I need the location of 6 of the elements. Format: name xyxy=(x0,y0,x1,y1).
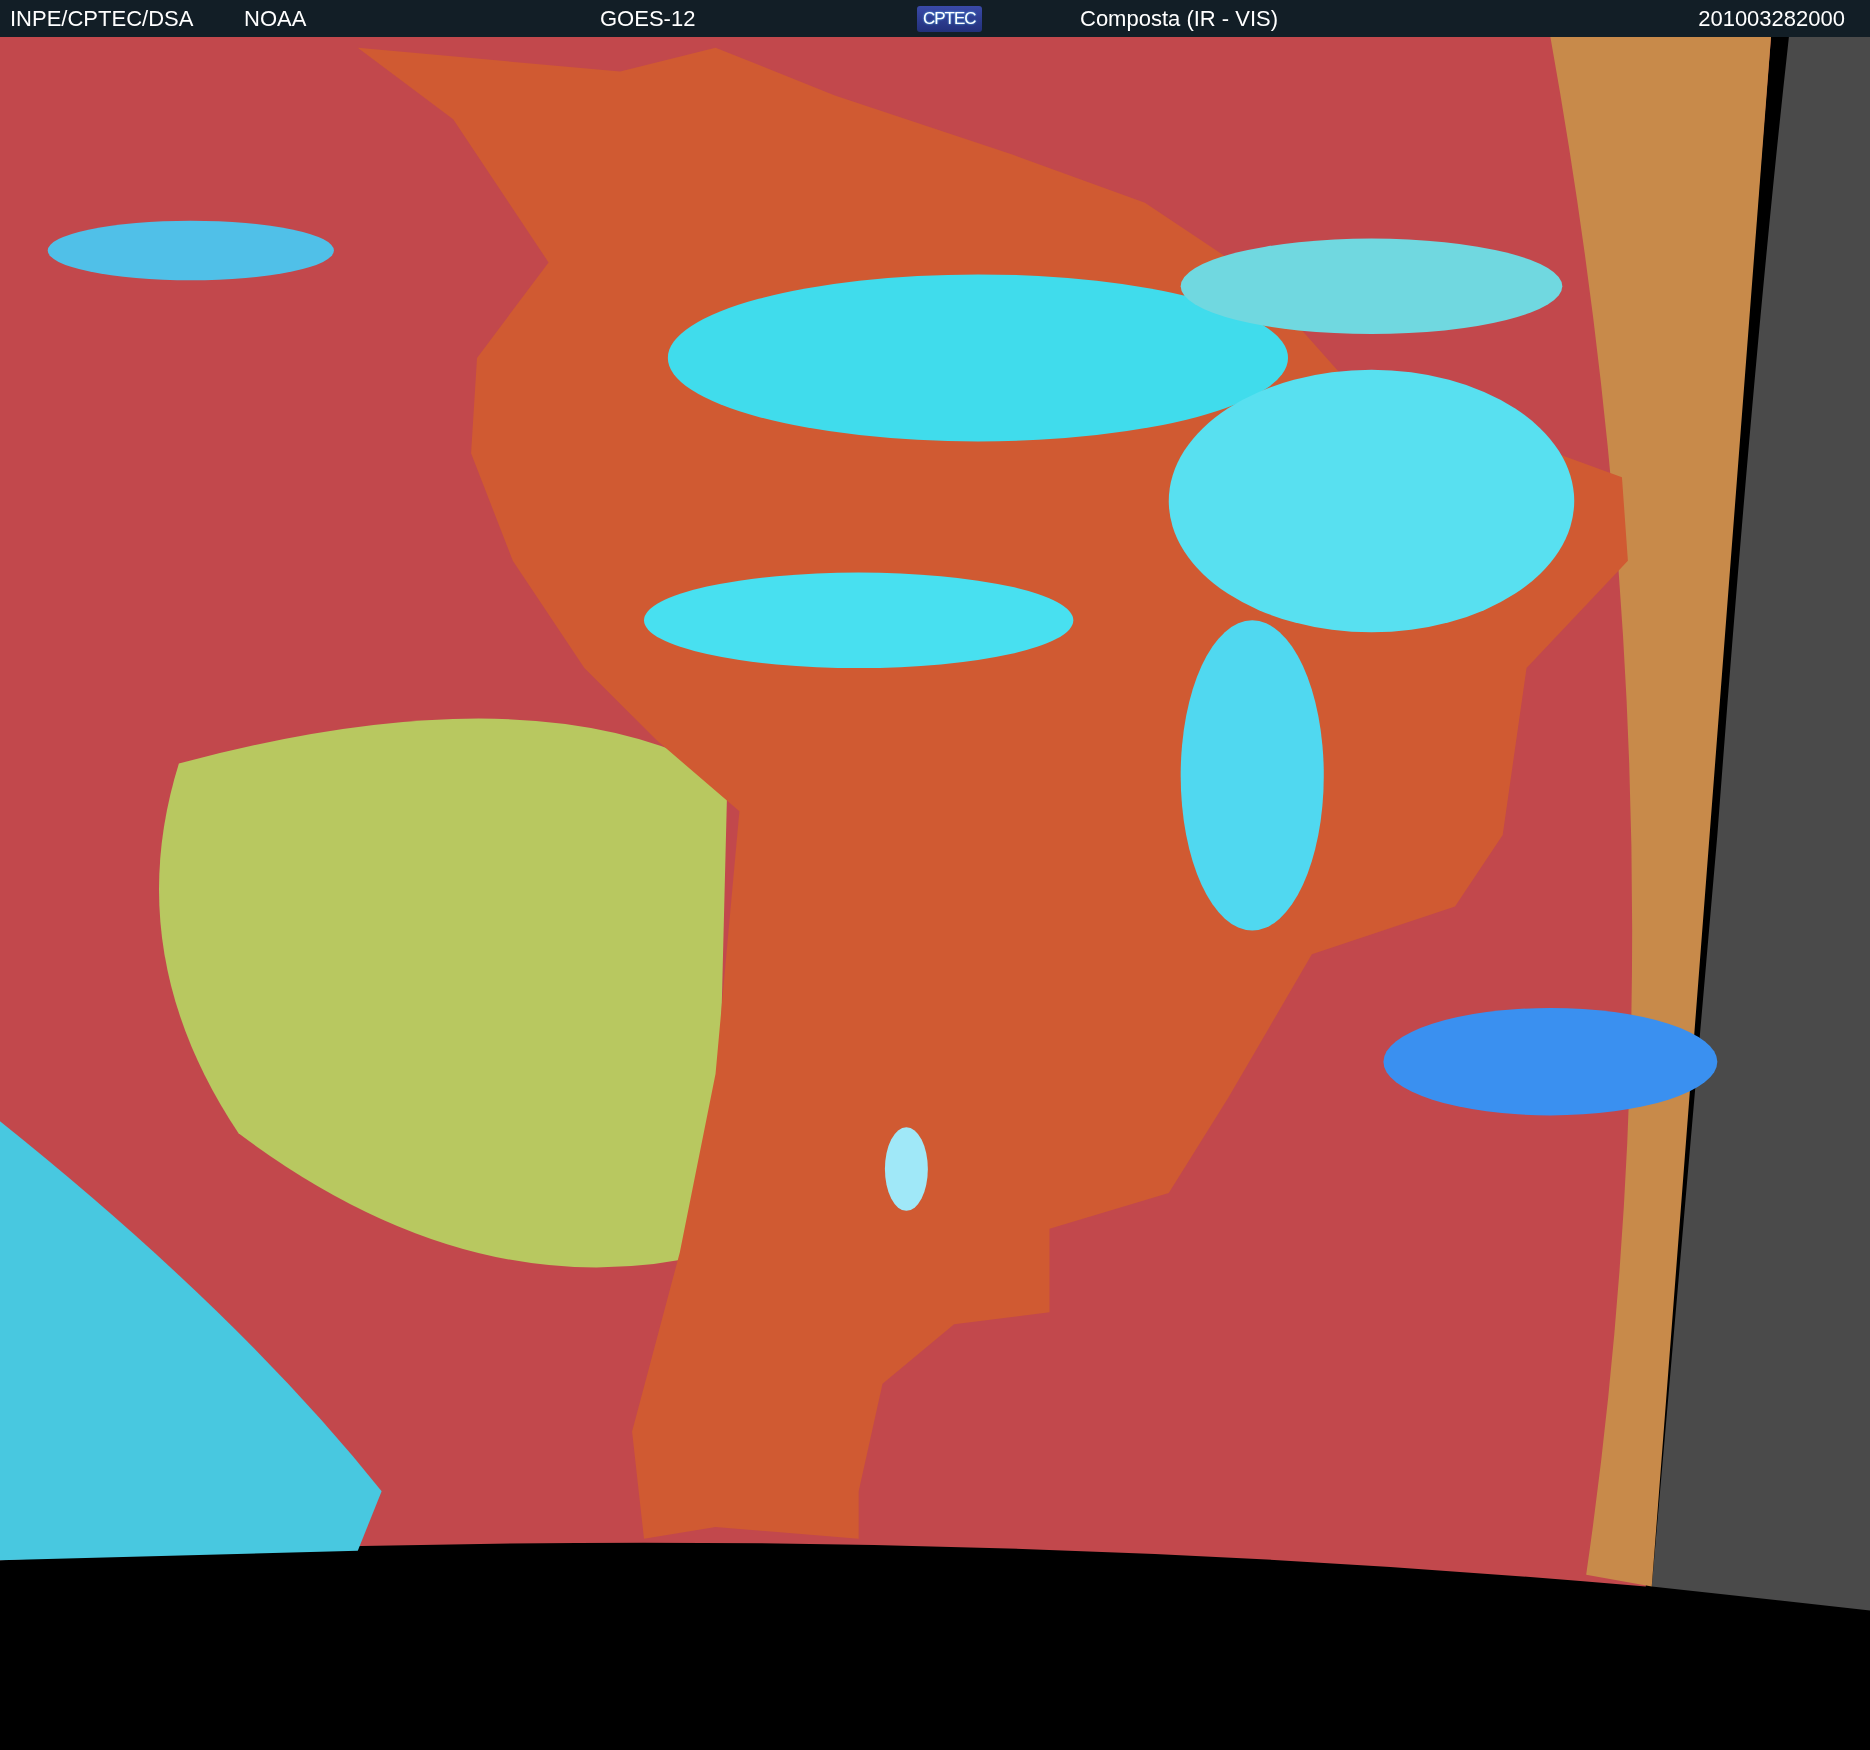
product-title: Composta (IR - VIS) xyxy=(1080,5,1280,32)
timestamp: 201003282000 xyxy=(1698,5,1845,32)
logo: CPTEC xyxy=(917,5,982,32)
credit-text: NOAA xyxy=(244,5,308,32)
credit-text: INPE/CPTEC/DSA xyxy=(10,5,195,32)
satellite-name: GOES-12 xyxy=(600,5,697,32)
